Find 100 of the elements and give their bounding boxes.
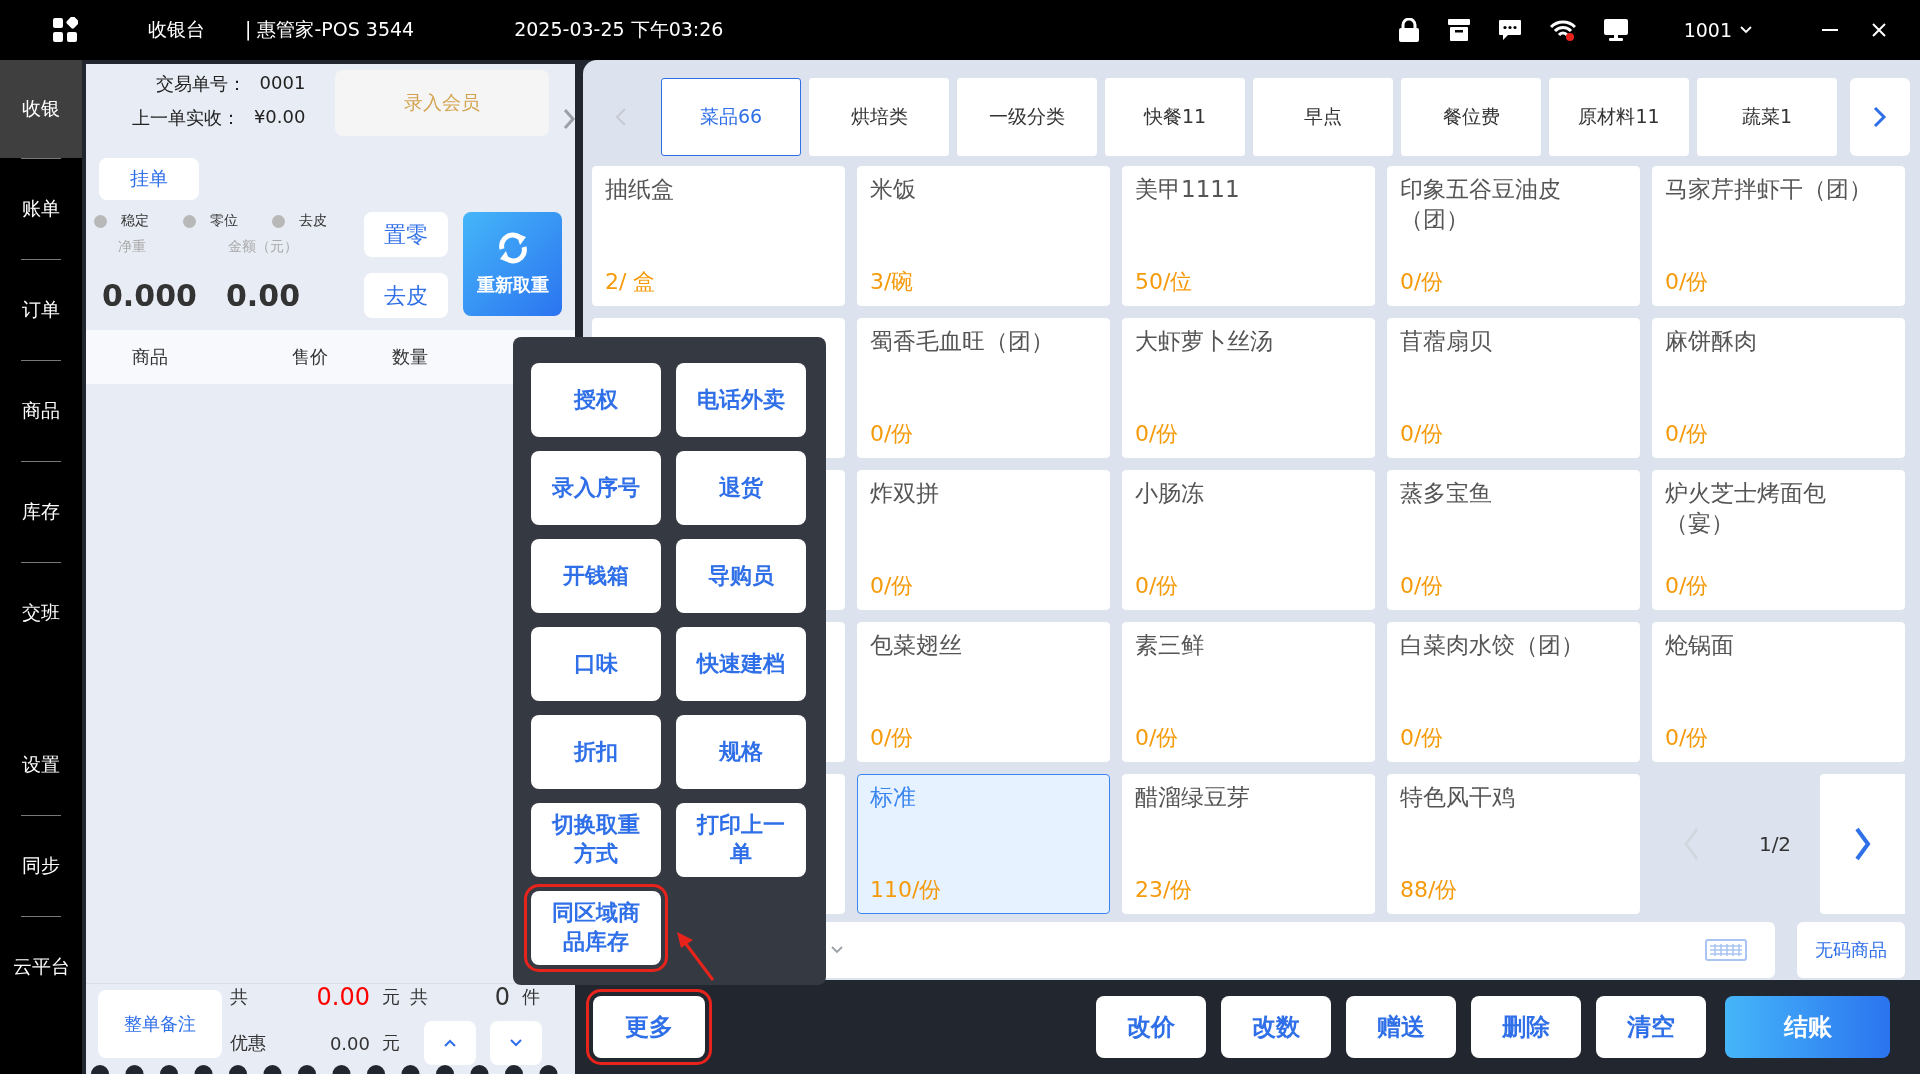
menu-button[interactable]: 导购员	[676, 539, 806, 613]
menu-button[interactable]: 切换取重方式	[531, 803, 661, 877]
nav-item[interactable]: 商品	[0, 361, 82, 461]
nav-item[interactable]: 收银	[0, 60, 82, 158]
weight-value: 0.000	[102, 278, 197, 313]
product-card[interactable]: 美甲1111 50/位	[1122, 166, 1375, 306]
last-paid-amount: ¥0.00	[253, 106, 306, 129]
product-stock: 0/份	[1400, 420, 1445, 448]
menu-button[interactable]: 规格	[676, 715, 806, 789]
product-stock: 0/份	[1665, 572, 1710, 600]
product-card[interactable]: 蒸多宝鱼 0/份	[1387, 470, 1640, 610]
action-button[interactable]: 改数	[1221, 996, 1331, 1058]
menu-button[interactable]: 开钱箱	[531, 539, 661, 613]
action-button[interactable]: 改价	[1096, 996, 1206, 1058]
nav-item[interactable]: 账单	[0, 159, 82, 259]
product-stock: 0/份	[1400, 724, 1445, 752]
product-name: 包菜翅丝	[870, 631, 963, 660]
product-card[interactable]: 特色风干鸡 88/份	[1387, 774, 1640, 914]
column-header: 商品	[132, 345, 169, 369]
product-name: 美甲1111	[1135, 175, 1241, 204]
status-label: 稳定	[121, 212, 149, 230]
product-stock: 0/份	[870, 420, 915, 448]
tare-button[interactable]: 去皮	[364, 273, 448, 318]
product-name: 蒸多宝鱼	[1400, 479, 1493, 508]
category-tab[interactable]: 餐位费	[1401, 78, 1541, 156]
product-card[interactable]: 醋溜绿豆芽 23/份	[1122, 774, 1375, 914]
menu-button[interactable]: 电话外卖	[676, 363, 806, 437]
status-label: 去皮	[299, 212, 327, 230]
total-label: 共	[230, 985, 249, 1009]
product-stock: 0/份	[1135, 420, 1180, 448]
discount-amount: 0.00	[328, 1032, 370, 1054]
product-stock: 110/份	[870, 876, 943, 904]
product-stock: 2/ 盒	[605, 268, 657, 296]
product-stock: 0/份	[1665, 268, 1710, 296]
product-card[interactable]: 白菜肉水饺（团） 0/份	[1387, 622, 1640, 762]
product-card[interactable]: 苜蓿扇贝 0/份	[1387, 318, 1640, 458]
category-tab[interactable]: 蔬菜1	[1697, 78, 1837, 156]
menu-button[interactable]: 打印上一单	[676, 803, 806, 877]
column-header: 售价	[292, 345, 329, 369]
app-title: 收银台	[148, 17, 205, 42]
menu-button[interactable]: 退货	[676, 451, 806, 525]
currency-unit: 元	[382, 1031, 401, 1055]
product-name: 米饭	[870, 175, 917, 204]
menu-button[interactable]: 口味	[531, 627, 661, 701]
hold-order-button[interactable]: 挂单	[99, 158, 199, 200]
category-tab[interactable]: 一级分类	[957, 78, 1097, 156]
product-card[interactable]: 炝锅面 0/份	[1652, 622, 1905, 762]
menu-button[interactable]: 折扣	[531, 715, 661, 789]
product-name: 蜀香毛血旺（团）	[870, 327, 1055, 356]
product-card[interactable]: 麻饼酥肉 0/份	[1652, 318, 1905, 458]
menu-button[interactable]: 录入序号	[531, 451, 661, 525]
product-card[interactable]: 炉火芝士烤面包（宴） 0/份	[1652, 470, 1905, 610]
status-label: 零位	[210, 212, 238, 230]
total-amount: 0.00	[315, 983, 370, 1011]
nav-item[interactable]: 设置	[0, 715, 82, 815]
category-tab[interactable]: 原材料11	[1549, 78, 1689, 156]
no-barcode-item-button[interactable]: 无码商品	[1797, 922, 1905, 978]
nav-item[interactable]: 同步	[0, 816, 82, 916]
store-name: | 惠管家-POS 3544	[245, 17, 415, 43]
zero-button[interactable]: 置零	[364, 212, 448, 257]
nav-item[interactable]: 交班	[0, 563, 82, 663]
product-card[interactable]: 素三鲜 0/份	[1122, 622, 1375, 762]
product-name: 马家芹拌虾干（团）	[1665, 175, 1873, 204]
product-card[interactable]: 马家芹拌虾干（团） 0/份	[1652, 166, 1905, 306]
product-stock: 0/份	[1135, 724, 1180, 752]
menu-button[interactable]: 快速建档	[676, 627, 806, 701]
nav-item[interactable]: 云平台	[0, 917, 82, 1017]
product-card[interactable]: 炸双拼 0/份	[857, 470, 1110, 610]
product-name: 炉火芝士烤面包（宴）	[1665, 479, 1827, 538]
category-tab[interactable]: 早点	[1253, 78, 1393, 156]
nav-item[interactable]: 库存	[0, 462, 82, 562]
product-name: 素三鲜	[1135, 631, 1205, 660]
product-card[interactable]: 包菜翅丝 0/份	[857, 622, 1110, 762]
product-name: 醋溜绿豆芽	[1135, 783, 1251, 812]
category-tab[interactable]: 菜品66	[661, 78, 801, 156]
category-tab[interactable]: 烘培类	[809, 78, 949, 156]
product-card[interactable]: 大虾萝卜丝汤 0/份	[1122, 318, 1375, 458]
action-button[interactable]: 赠送	[1346, 996, 1456, 1058]
product-stock: 0/份	[1665, 724, 1710, 752]
product-stock: 3/碗	[870, 268, 915, 296]
user-menu[interactable]: 1001	[1683, 19, 1752, 41]
order-note-button[interactable]: 整单备注	[98, 990, 222, 1058]
product-card[interactable]: 印象五谷豆油皮（团） 0/份	[1387, 166, 1640, 306]
product-card[interactable]: 抽纸盒 2/ 盒	[592, 166, 845, 306]
discount-label: 优惠	[230, 1031, 267, 1055]
product-stock: 0/份	[870, 724, 915, 752]
amount-value: 0.00	[226, 278, 301, 313]
menu-button[interactable]: 授权	[531, 363, 661, 437]
currency-unit: 元	[382, 985, 401, 1009]
action-button[interactable]: 删除	[1471, 996, 1581, 1058]
weight-label: 净重	[118, 238, 146, 256]
item-count: 0	[493, 983, 510, 1011]
action-button[interactable]: 清空	[1596, 996, 1706, 1058]
product-name: 标准	[870, 783, 917, 812]
product-card[interactable]: 米饭 3/碗	[857, 166, 1110, 306]
product-card[interactable]: 小肠冻 0/份	[1122, 470, 1375, 610]
nav-item[interactable]: 订单	[0, 260, 82, 360]
product-card[interactable]: 蜀香毛血旺（团） 0/份	[857, 318, 1110, 458]
category-tab[interactable]: 快餐11	[1105, 78, 1245, 156]
product-name: 苜蓿扇贝	[1400, 327, 1493, 356]
